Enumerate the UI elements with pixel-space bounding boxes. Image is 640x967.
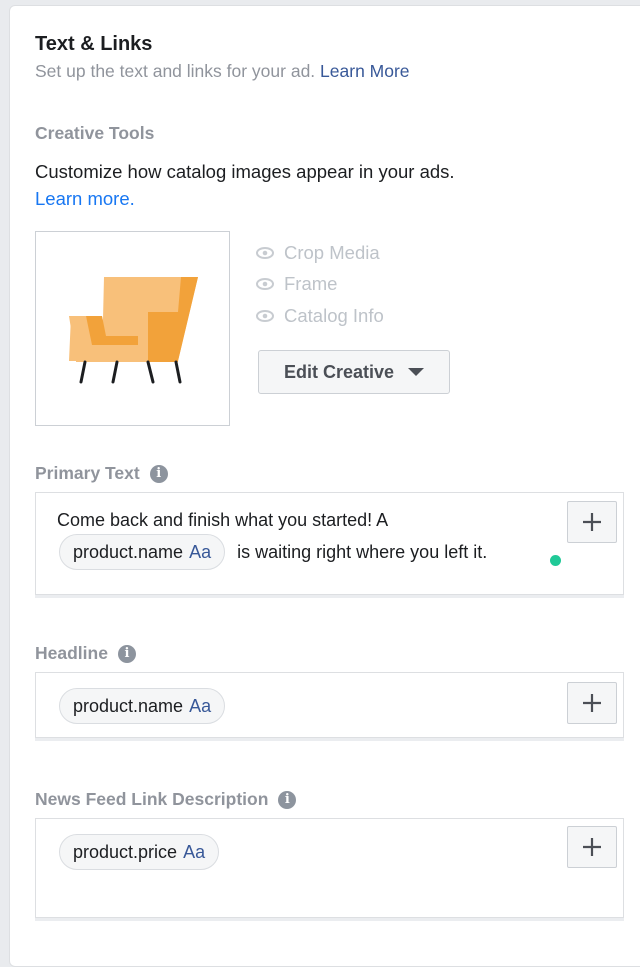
option-label: Catalog Info <box>284 305 384 326</box>
creative-tools-label: Creative Tools <box>35 123 155 143</box>
edit-creative-button[interactable]: Edit Creative <box>258 350 450 394</box>
primary-text-line2: product.name Aa is waiting right where y… <box>59 534 487 570</box>
edit-creative-label: Edit Creative <box>283 361 395 382</box>
link-description-label-text: News Feed Link Description <box>35 789 269 809</box>
chip-name: product.price <box>73 841 178 862</box>
headline-label: Headline i <box>35 643 136 664</box>
product-name-chip[interactable]: product.name Aa <box>59 534 226 570</box>
learn-more-link[interactable]: Learn More <box>320 61 410 81</box>
headline-input[interactable]: product.name Aa <box>35 672 624 738</box>
eye-icon <box>256 278 274 290</box>
add-field-button[interactable] <box>567 826 617 868</box>
headline-label-text: Headline <box>35 643 108 663</box>
info-icon[interactable]: i <box>278 791 297 809</box>
info-icon[interactable]: i <box>117 645 136 663</box>
catalog-image-thumbnail <box>35 231 230 426</box>
option-label: Frame <box>284 273 338 294</box>
status-dot <box>550 555 561 566</box>
primary-text-label: Primary Text i <box>35 463 168 484</box>
add-field-button[interactable] <box>567 682 617 724</box>
primary-text-input[interactable]: Come back and finish what you started! A… <box>35 492 624 595</box>
chip-case-toggle[interactable]: Aa <box>183 842 205 863</box>
subtitle-text: Set up the text and links for your ad. <box>35 61 316 81</box>
chip-name: product.name <box>73 695 184 716</box>
link-description-label: News Feed Link Description i <box>35 789 297 810</box>
section-subtitle: Set up the text and links for your ad. L… <box>35 61 410 82</box>
primary-text-rest: is waiting right where you left it. <box>237 541 488 562</box>
option-crop-media[interactable]: Crop Media <box>256 242 380 264</box>
creative-tools-description: Customize how catalog images appear in y… <box>35 161 455 182</box>
armchair-icon <box>69 277 198 384</box>
caret-down-icon <box>408 368 425 376</box>
option-label: Crop Media <box>284 242 380 263</box>
info-icon[interactable]: i <box>149 465 168 483</box>
link-description-input[interactable]: product.price Aa <box>35 818 624 918</box>
section-title: Text & Links <box>35 33 153 55</box>
add-field-button[interactable] <box>567 501 617 543</box>
plus-icon <box>583 513 601 531</box>
primary-text-line1: Come back and finish what you started! A <box>57 510 389 530</box>
eye-icon <box>256 310 274 322</box>
chip-case-toggle[interactable]: Aa <box>189 696 211 717</box>
plus-icon <box>583 838 601 856</box>
eye-icon <box>256 247 274 259</box>
product-price-chip[interactable]: product.price Aa <box>59 834 220 870</box>
primary-text-label-text: Primary Text <box>35 463 140 483</box>
chip-name: product.name <box>73 541 184 562</box>
product-name-chip[interactable]: product.name Aa <box>59 688 226 724</box>
option-frame[interactable]: Frame <box>256 273 337 295</box>
option-catalog-info[interactable]: Catalog Info <box>256 305 384 327</box>
chip-case-toggle[interactable]: Aa <box>189 542 211 563</box>
plus-icon <box>583 694 601 712</box>
creative-tools-learn-more-link[interactable]: Learn more. <box>35 188 135 210</box>
